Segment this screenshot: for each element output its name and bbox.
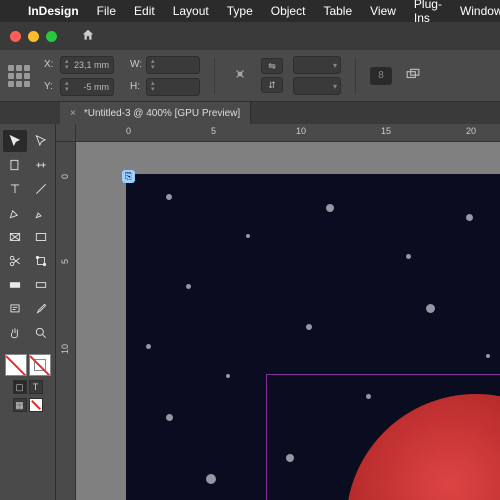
pen-tool[interactable]: [3, 202, 27, 224]
apply-color-button[interactable]: ▢: [13, 380, 27, 394]
x-input[interactable]: ▴▾ 23,1 mm: [60, 56, 114, 74]
reference-point-grid[interactable]: [8, 65, 30, 87]
separator: [355, 58, 356, 94]
close-window-button[interactable]: [10, 31, 21, 42]
link-indicator[interactable]: 8: [370, 67, 392, 85]
y-input[interactable]: ▴▾ -5 mm: [60, 78, 114, 96]
document-page[interactable]: [126, 174, 500, 500]
pencil-tool[interactable]: [29, 202, 53, 224]
app-name[interactable]: InDesign: [28, 4, 79, 18]
ruler-tick: 5: [211, 126, 216, 136]
effects-icon[interactable]: [402, 67, 424, 84]
stepper-icon[interactable]: ▴▾: [151, 81, 155, 93]
rectangle-tool[interactable]: [29, 226, 53, 248]
line-tool[interactable]: [29, 178, 53, 200]
mode-row: ▦: [13, 398, 43, 412]
ruler-tick: 10: [296, 126, 306, 136]
preview-mode-button[interactable]: [29, 398, 43, 412]
ruler-tick: 20: [466, 126, 476, 136]
menu-type[interactable]: Type: [227, 4, 253, 18]
style-dropdown[interactable]: ▾: [293, 77, 341, 95]
x-label: X:: [44, 59, 56, 70]
menu-window[interactable]: Window: [460, 4, 500, 18]
constrain-icon[interactable]: [229, 67, 251, 84]
normal-mode-button[interactable]: ▦: [13, 398, 27, 412]
gradient-feather-tool[interactable]: [29, 274, 53, 296]
stepper-icon[interactable]: ▴▾: [65, 59, 69, 71]
page-tool[interactable]: [3, 154, 27, 176]
ruler-tick: 10: [60, 344, 70, 354]
menu-object[interactable]: Object: [271, 4, 306, 18]
ruler-tick: 15: [381, 126, 391, 136]
type-tool[interactable]: [3, 178, 27, 200]
w-label: W:: [130, 59, 142, 70]
ruler-origin[interactable]: [56, 124, 76, 142]
ruler-tick: 0: [60, 174, 70, 179]
home-icon[interactable]: [81, 28, 95, 45]
scissors-tool[interactable]: [3, 250, 27, 272]
position-group: X: ▴▾ 23,1 mm Y: ▴▾ -5 mm: [44, 56, 114, 96]
y-label: Y:: [44, 81, 56, 92]
minimize-window-button[interactable]: [28, 31, 39, 42]
gradient-swatch-tool[interactable]: [3, 274, 27, 296]
x-value: 23,1 mm: [74, 60, 109, 70]
w-input[interactable]: ▴▾: [146, 56, 200, 74]
y-value: -5 mm: [84, 82, 110, 92]
canvas-area: 0 5 10 15 20 25 0 5 10 ⎘: [56, 124, 500, 500]
close-tab-icon[interactable]: ×: [70, 108, 76, 119]
stroke-dropdown[interactable]: ▾: [293, 56, 341, 74]
tab-title: *Untitled-3 @ 400% [GPU Preview]: [84, 108, 240, 119]
eyedropper-tool[interactable]: [29, 298, 53, 320]
flip-group: ⇋ ⇵: [261, 58, 283, 93]
stroke-swatch[interactable]: [29, 354, 51, 376]
toolbox: ▢ T ▦: [0, 124, 56, 500]
zoom-tool[interactable]: [29, 322, 53, 344]
stepper-icon[interactable]: ▴▾: [65, 81, 69, 93]
formatting-row: ▢ T: [13, 380, 43, 394]
flip-horizontal-button[interactable]: ⇋: [261, 58, 283, 74]
apply-text-button[interactable]: T: [29, 380, 43, 394]
document-tab[interactable]: × *Untitled-3 @ 400% [GPU Preview]: [60, 102, 251, 124]
note-tool[interactable]: [3, 298, 27, 320]
flip-vertical-button[interactable]: ⇵: [261, 77, 283, 93]
system-menubar: InDesign File Edit Layout Type Object Ta…: [0, 0, 500, 22]
size-group: W: ▴▾ H: ▴▾: [130, 56, 200, 96]
selection-tool[interactable]: [3, 130, 27, 152]
menu-table[interactable]: Table: [323, 4, 352, 18]
menu-plugins[interactable]: Plug-Ins: [414, 0, 442, 25]
menu-file[interactable]: File: [97, 4, 116, 18]
rectangle-frame-tool[interactable]: [3, 226, 27, 248]
ruler-tick: 0: [126, 126, 131, 136]
menu-edit[interactable]: Edit: [134, 4, 155, 18]
menu-view[interactable]: View: [370, 4, 396, 18]
document-tab-bar: × *Untitled-3 @ 400% [GPU Preview]: [0, 102, 500, 124]
fill-stroke-swatches[interactable]: [5, 354, 51, 376]
separator: [214, 58, 215, 94]
gap-tool[interactable]: [29, 154, 53, 176]
window-chrome: [0, 22, 500, 50]
fill-swatch[interactable]: [5, 354, 27, 376]
hand-tool[interactable]: [3, 322, 27, 344]
vertical-ruler[interactable]: 0 5 10: [56, 142, 76, 500]
control-bar: X: ▴▾ 23,1 mm Y: ▴▾ -5 mm W: ▴▾ H: ▴▾: [0, 50, 500, 102]
ruler-tick: 5: [60, 259, 70, 264]
maximize-window-button[interactable]: [46, 31, 57, 42]
dropdown-group: ▾ ▾: [293, 56, 341, 95]
pasteboard[interactable]: ⎘: [76, 142, 500, 500]
main-area: ▢ T ▦ 0 5 10 15 20 25 0 5 10 ⎘: [0, 124, 500, 500]
horizontal-ruler[interactable]: 0 5 10 15 20 25: [76, 124, 500, 142]
menu-layout[interactable]: Layout: [173, 4, 209, 18]
link-badge-icon[interactable]: ⎘: [122, 170, 135, 183]
direct-selection-tool[interactable]: [29, 130, 53, 152]
traffic-lights: [10, 31, 57, 42]
h-input[interactable]: ▴▾: [146, 78, 200, 96]
h-label: H:: [130, 81, 142, 92]
tool-grid: [3, 130, 53, 344]
stepper-icon[interactable]: ▴▾: [151, 59, 155, 71]
free-transform-tool[interactable]: [29, 250, 53, 272]
